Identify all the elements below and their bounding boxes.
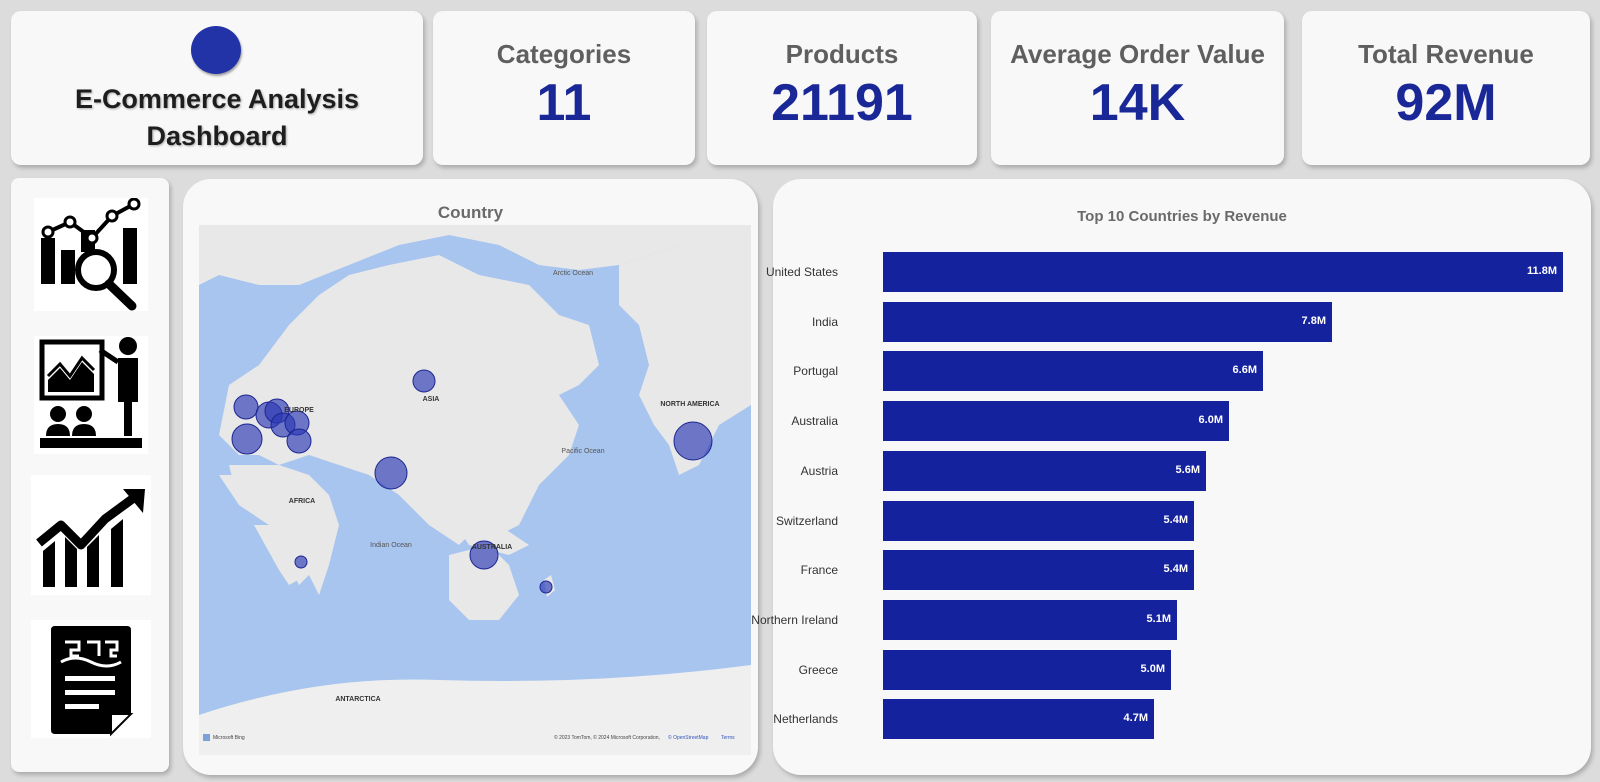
kpi-label: Total Revenue (1358, 39, 1534, 69)
nav-panel (11, 178, 169, 772)
kpi-label: Average Order Value (1010, 39, 1265, 69)
bar-northern-ireland[interactable]: 5.1M (883, 599, 1177, 640)
kpi-value: 14K (1089, 74, 1186, 132)
bubble-united-states[interactable] (673, 421, 713, 461)
bar-category-label: Australia (791, 414, 838, 429)
analytics-search-icon (41, 197, 141, 311)
label-indian-ocean: Indian Ocean (370, 542, 412, 549)
bar-value-label: 5.0M (1140, 662, 1165, 675)
bar-value-label: 5.4M (1163, 563, 1188, 576)
kpi-label: Categories (496, 39, 632, 69)
nav-button-analytics[interactable] (34, 197, 148, 311)
map-panel: Country Arctic Ocean ASIA EUROPE NORTH A… (183, 179, 758, 775)
bubble-northern-ireland[interactable] (233, 394, 259, 420)
bar-category-label: Switzerland (775, 513, 838, 528)
bar-value-label: 7.8M (1301, 314, 1326, 327)
bar-category-label: Netherlands (773, 712, 838, 727)
kpi-value: 21191 (771, 74, 913, 132)
presentation-icon (39, 337, 142, 448)
kpi-card-total-revenue[interactable]: Total Revenue 92M (1302, 11, 1590, 165)
bar-value-label: 6.6M (1232, 364, 1257, 377)
map-brand: Microsoft Bing (213, 735, 245, 741)
bar-france[interactable]: 5.4M (883, 550, 1194, 591)
bar-switzerland[interactable]: 5.4M (883, 500, 1194, 541)
bar-value-label: 4.7M (1123, 712, 1148, 725)
bubble-new-zealand[interactable] (539, 580, 553, 594)
map-terms-link[interactable]: Terms (721, 735, 735, 741)
label-antarctica: ANTARCTICA (335, 696, 380, 703)
bar-netherlands[interactable]: 4.7M (883, 699, 1154, 740)
bubble-india[interactable] (374, 456, 408, 490)
title-card: E-Commerce Analysis Dashboard (11, 11, 423, 165)
bar-category-label: India (811, 314, 838, 329)
bar-value-label: 11.8M (1527, 265, 1557, 277)
bubble-greece[interactable] (286, 428, 312, 454)
report-document-icon (51, 626, 134, 737)
microsoft-logo-icon (203, 734, 210, 741)
map-attribution-link[interactable]: © OpenStreetMap (668, 734, 709, 741)
title-line-2: Dashboard (146, 121, 288, 151)
label-north-america: NORTH AMERICA (660, 401, 719, 408)
bubble-south-africa[interactable] (294, 555, 308, 569)
kpi-value: 92M (1395, 74, 1497, 132)
bar-category-label: United States (765, 265, 838, 279)
dashboard-title: E-Commerce Analysis Dashboard (11, 81, 423, 155)
growth-chart-icon (36, 489, 145, 587)
kpi-card-average-order-value[interactable]: Average Order Value 14K (991, 11, 1284, 165)
kpi-label: Products (785, 39, 899, 69)
label-asia: ASIA (423, 396, 440, 403)
nav-button-report[interactable] (31, 620, 151, 738)
country-map[interactable]: Arctic Ocean ASIA EUROPE NORTH AMERICA P… (199, 225, 751, 755)
label-pacific-ocean: Pacific Ocean (561, 448, 604, 455)
kpi-value: 11 (536, 74, 592, 132)
label-europe: EUROPE (284, 407, 314, 414)
kpi-card-categories[interactable]: Categories 11 (433, 11, 695, 165)
bubble-russia[interactable] (412, 369, 436, 393)
bar-portugal[interactable]: 6.6M (883, 351, 1263, 392)
bar-value-label: 5.1M (1146, 612, 1171, 625)
bar-australia[interactable]: 6.0M (883, 401, 1229, 442)
bar-value-label: 5.6M (1175, 463, 1200, 476)
bar-india[interactable]: 7.8M (883, 301, 1332, 342)
label-arctic-ocean: Arctic Ocean (553, 270, 593, 277)
bar-category-label: Austria (800, 463, 838, 478)
nav-button-presentation[interactable] (34, 336, 148, 454)
bar-united-states[interactable]: 11.8M (883, 252, 1563, 292)
bubble-portugal[interactable] (231, 423, 263, 455)
map-attribution: © 2023 TomTom, © 2024 Microsoft Corporat… (554, 734, 660, 741)
bar-category-label: France (800, 563, 838, 578)
bar-value-label: 6.0M (1198, 414, 1223, 427)
world-map: Arctic Ocean ASIA EUROPE NORTH AMERICA P… (199, 225, 751, 755)
label-africa: AFRICA (289, 498, 315, 505)
nav-button-growth[interactable] (31, 475, 151, 595)
kpi-card-products[interactable]: Products 21191 (707, 11, 977, 165)
logo-circle-icon (191, 26, 241, 74)
bar-value-label: 5.4M (1163, 513, 1188, 526)
map-title: Country (437, 203, 504, 222)
bar-category-label: Portugal (793, 364, 838, 379)
bar-greece[interactable]: 5.0M (883, 649, 1171, 690)
chart-title: Top 10 Countries by Revenue (1077, 208, 1287, 225)
bar-austria[interactable]: 5.6M (883, 450, 1206, 491)
bar-category-label: Greece (798, 662, 838, 677)
label-australia: AUSTRALIA (472, 544, 512, 551)
bar-category-label: Northern Ireland (751, 612, 838, 627)
title-line-1: E-Commerce Analysis (74, 84, 360, 114)
